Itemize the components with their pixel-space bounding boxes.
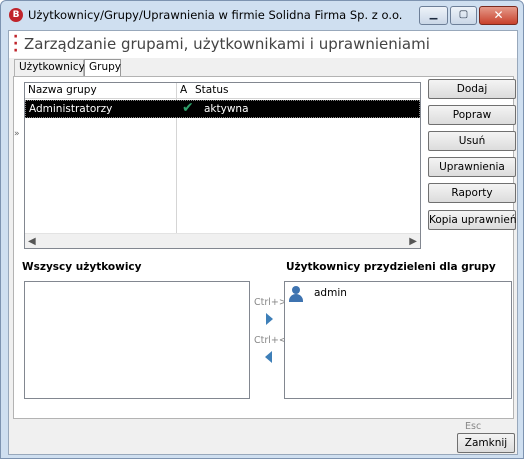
permissions-button[interactable]: Uprawnienia <box>428 157 516 177</box>
app-logo-icon: B <box>9 8 23 22</box>
expand-arrow-icon: » <box>14 129 20 139</box>
group-name-cell: Administratorzy <box>29 103 113 115</box>
all-users-label: Wszyscy użytkowicy <box>22 261 142 273</box>
dots-icon: · · · <box>13 29 19 59</box>
assigned-users-list[interactable]: admin <box>284 281 512 399</box>
move-left-icon[interactable] <box>265 351 272 363</box>
all-users-list[interactable] <box>24 281 250 399</box>
add-button[interactable]: Dodaj <box>428 79 516 99</box>
groups-grid[interactable]: Nazwa grupy A Status Administratorzy ✔ a… <box>24 82 421 249</box>
groups-panel: » Nazwa grupy A Status Administratorzy ✔… <box>13 76 517 419</box>
reports-button[interactable]: Raporty <box>428 183 516 203</box>
dialog-window: B Użytkownicy/Grupy/Uprawnienia w firmie… <box>0 0 524 459</box>
column-header-active[interactable]: A <box>177 83 193 99</box>
scroll-right-icon[interactable]: ▶ <box>409 234 417 249</box>
assigned-users-label: Użytkownicy przydzieleni dla grupy <box>286 261 496 273</box>
close-window-button[interactable]: ✕ <box>479 6 518 25</box>
title-bar[interactable]: B Użytkownicy/Grupy/Uprawnienia w firmie… <box>1 1 523 29</box>
move-right-icon[interactable] <box>266 313 273 325</box>
header-strip: · · · Zarządzanie grupami, użytkownikami i… <box>9 29 517 59</box>
edit-button[interactable]: Popraw <box>428 105 516 125</box>
page-title: Zarządzanie grupami, użytkownikami i upr… <box>24 35 430 53</box>
checkmark-icon: ✔ <box>182 100 194 116</box>
minimize-button[interactable]: ▁ <box>419 6 448 25</box>
group-status-cell: aktywna <box>204 103 249 115</box>
tab-users[interactable]: Użytkownicy <box>14 59 85 76</box>
horizontal-scrollbar[interactable]: ◀ ▶ <box>25 233 420 248</box>
add-shortcut-label: Ctrl+> <box>254 297 287 308</box>
column-header-name[interactable]: Nazwa grupy <box>25 83 177 99</box>
user-icon <box>289 286 303 302</box>
scroll-left-icon[interactable]: ◀ <box>28 234 36 249</box>
close-shortcut-label: Esc <box>465 421 482 432</box>
copy-permissions-button[interactable]: Kopia uprawnień <box>428 210 517 230</box>
tab-groups[interactable]: Grupy <box>84 59 121 76</box>
grid-header: Nazwa grupy A Status <box>25 83 420 99</box>
column-header-status[interactable]: Status <box>193 83 253 99</box>
client-area: · · · Zarządzanie grupami, użytkownikami i… <box>8 30 518 455</box>
close-button[interactable]: Zamknij <box>457 433 515 453</box>
remove-shortcut-label: Ctrl+< <box>254 335 287 346</box>
maximize-button[interactable]: ▢ <box>450 6 477 25</box>
delete-button[interactable]: Usuń <box>428 131 516 151</box>
window-title: Użytkownicy/Grupy/Uprawnienia w firmie S… <box>28 8 403 22</box>
table-row[interactable]: Administratorzy ✔ aktywna <box>25 100 420 118</box>
user-name: admin <box>314 287 347 299</box>
